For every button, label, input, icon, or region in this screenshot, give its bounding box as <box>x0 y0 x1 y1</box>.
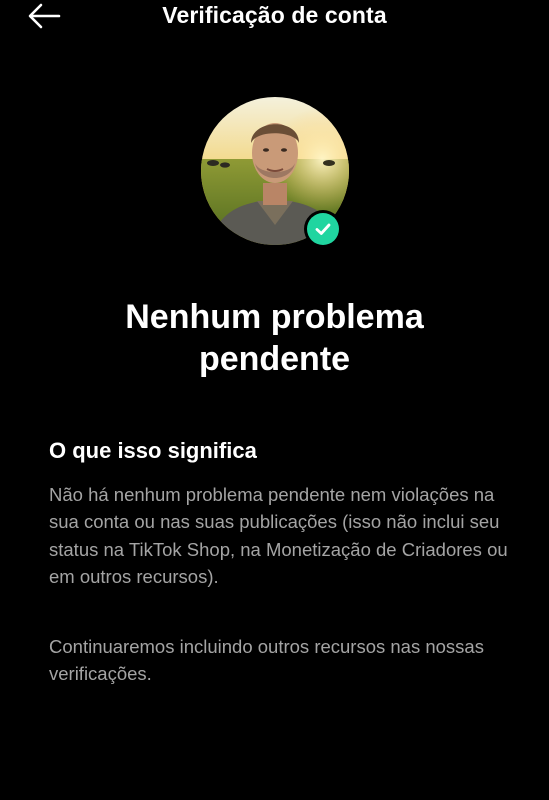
section-heading: O que isso significa <box>49 438 257 463</box>
status-title-line-1: Nenhum problema <box>125 298 424 336</box>
info-paragraph-1: Não há nenhum problema pendente nem viol… <box>49 484 508 588</box>
page-title: Verificação de conta <box>162 2 387 28</box>
status-title-line-2: pendente <box>198 340 351 378</box>
top-bar: Verificação de conta <box>0 0 549 36</box>
profile-avatar-container <box>201 97 349 248</box>
status-title: Nenhum problema pendente <box>40 296 509 380</box>
info-paragraph-2: Continuaremos incluindo outros recursos … <box>49 636 484 685</box>
verified-badge <box>304 210 342 248</box>
check-icon <box>315 223 331 235</box>
